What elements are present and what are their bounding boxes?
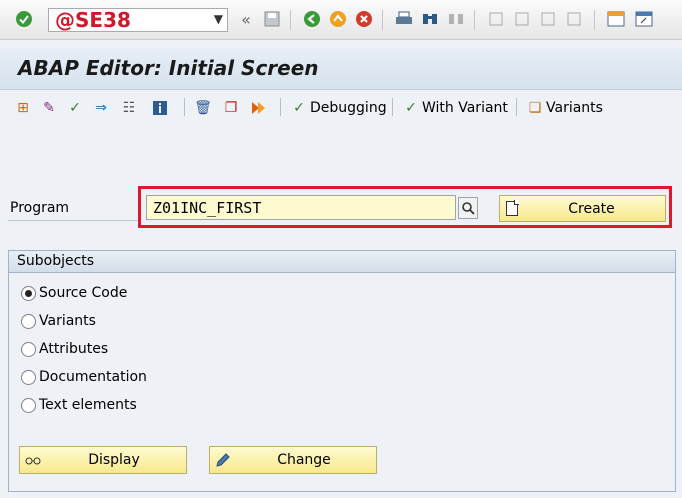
find-next-icon[interactable] <box>446 9 466 29</box>
separator <box>290 10 291 30</box>
new-session-icon[interactable] <box>606 9 626 29</box>
change-button[interactable]: Change <box>209 446 377 474</box>
display-button[interactable]: Display <box>19 446 187 474</box>
first-page-icon[interactable] <box>486 9 506 29</box>
separator <box>516 98 517 116</box>
radio-circle[interactable] <box>21 285 36 301</box>
with-variant-button[interactable]: ✓ With Variant <box>402 98 508 118</box>
save-icon[interactable] <box>262 9 282 29</box>
separator <box>474 10 475 30</box>
wand-icon[interactable]: ✎ <box>40 98 58 118</box>
separator <box>392 98 393 116</box>
radio-circle[interactable] <box>21 313 36 329</box>
copy-icon[interactable]: ❐ <box>222 98 240 118</box>
title-bar: ABAP Editor: Initial Screen <box>0 48 682 90</box>
radio-circle[interactable] <box>21 397 36 413</box>
enter-icon[interactable] <box>14 9 34 29</box>
change-label: Change <box>277 452 331 468</box>
system-toolbar: ▼ « <box>0 0 682 40</box>
create-label: Create <box>568 200 615 217</box>
radio-attributes[interactable]: Attributes <box>21 341 108 357</box>
radio-label: Documentation <box>39 369 147 385</box>
radio-circle[interactable] <box>21 341 36 357</box>
radio-documentation[interactable]: Documentation <box>21 369 147 385</box>
subobjects-group: Subobjects Source Code Variants Attribut… <box>8 250 676 492</box>
with-variant-icon: ✓ <box>405 100 417 116</box>
delete-icon[interactable]: 🗑 <box>194 98 212 118</box>
radio-label: Text elements <box>39 397 137 413</box>
program-label: Program <box>10 200 70 216</box>
document-icon <box>506 200 519 216</box>
glasses-icon <box>24 454 42 466</box>
find-icon[interactable] <box>420 9 440 29</box>
where-used-icon[interactable]: ☷ <box>120 98 138 118</box>
previous-page-icon[interactable] <box>512 9 532 29</box>
variants-button[interactable]: ❏ Variants <box>526 98 603 118</box>
last-page-icon[interactable] <box>564 9 584 29</box>
pencil-icon <box>214 452 232 468</box>
separator <box>280 98 281 116</box>
shortcut-icon[interactable] <box>634 9 654 29</box>
command-field[interactable]: ▼ <box>48 8 228 32</box>
radio-text-elements[interactable]: Text elements <box>21 397 137 413</box>
radio-circle[interactable] <box>21 369 36 385</box>
radio-label: Source Code <box>39 285 128 301</box>
with-variant-label: With Variant <box>422 100 508 116</box>
subobjects-title: Subobjects <box>9 251 675 273</box>
display-label: Display <box>88 452 140 468</box>
variants-icon: ❏ <box>528 100 542 116</box>
object-list-icon[interactable]: ⊞ <box>14 98 32 118</box>
back-icon[interactable] <box>302 9 322 29</box>
radio-label: Variants <box>39 313 96 329</box>
cancel-icon[interactable] <box>354 9 374 29</box>
application-toolbar: ⊞ ✎ ✓ ⇒ ☷ 🗑 ❐ ✓ Debugging ✓ With Variant… <box>0 90 682 126</box>
separator <box>382 10 383 30</box>
radio-label: Attributes <box>39 341 109 357</box>
search-help-button[interactable] <box>458 197 478 219</box>
radio-source-code[interactable]: Source Code <box>21 285 127 301</box>
debugging-icon: ✓ <box>293 100 305 116</box>
collapse-icon[interactable]: « <box>236 9 256 29</box>
command-input[interactable] <box>49 9 199 31</box>
debugging-label: Debugging <box>310 100 387 116</box>
chevron-down-icon[interactable]: ▼ <box>214 12 223 26</box>
activate-icon[interactable]: ⇒ <box>92 98 110 118</box>
info-icon[interactable] <box>152 98 168 118</box>
exit-icon[interactable] <box>328 9 348 29</box>
page-title: ABAP Editor: Initial Screen <box>18 56 319 80</box>
print-icon[interactable] <box>394 9 414 29</box>
label-underline <box>8 220 138 221</box>
create-button[interactable]: Create <box>499 195 666 222</box>
separator <box>594 10 595 30</box>
radio-variants[interactable]: Variants <box>21 313 96 329</box>
separator <box>184 98 185 116</box>
check-icon[interactable]: ✓ <box>66 98 84 118</box>
program-input[interactable] <box>146 195 456 220</box>
debugging-button[interactable]: ✓ Debugging <box>290 98 387 118</box>
search-icon <box>462 202 475 215</box>
execute-icon[interactable] <box>250 98 266 118</box>
next-page-icon[interactable] <box>538 9 558 29</box>
variants-label: Variants <box>546 100 603 116</box>
